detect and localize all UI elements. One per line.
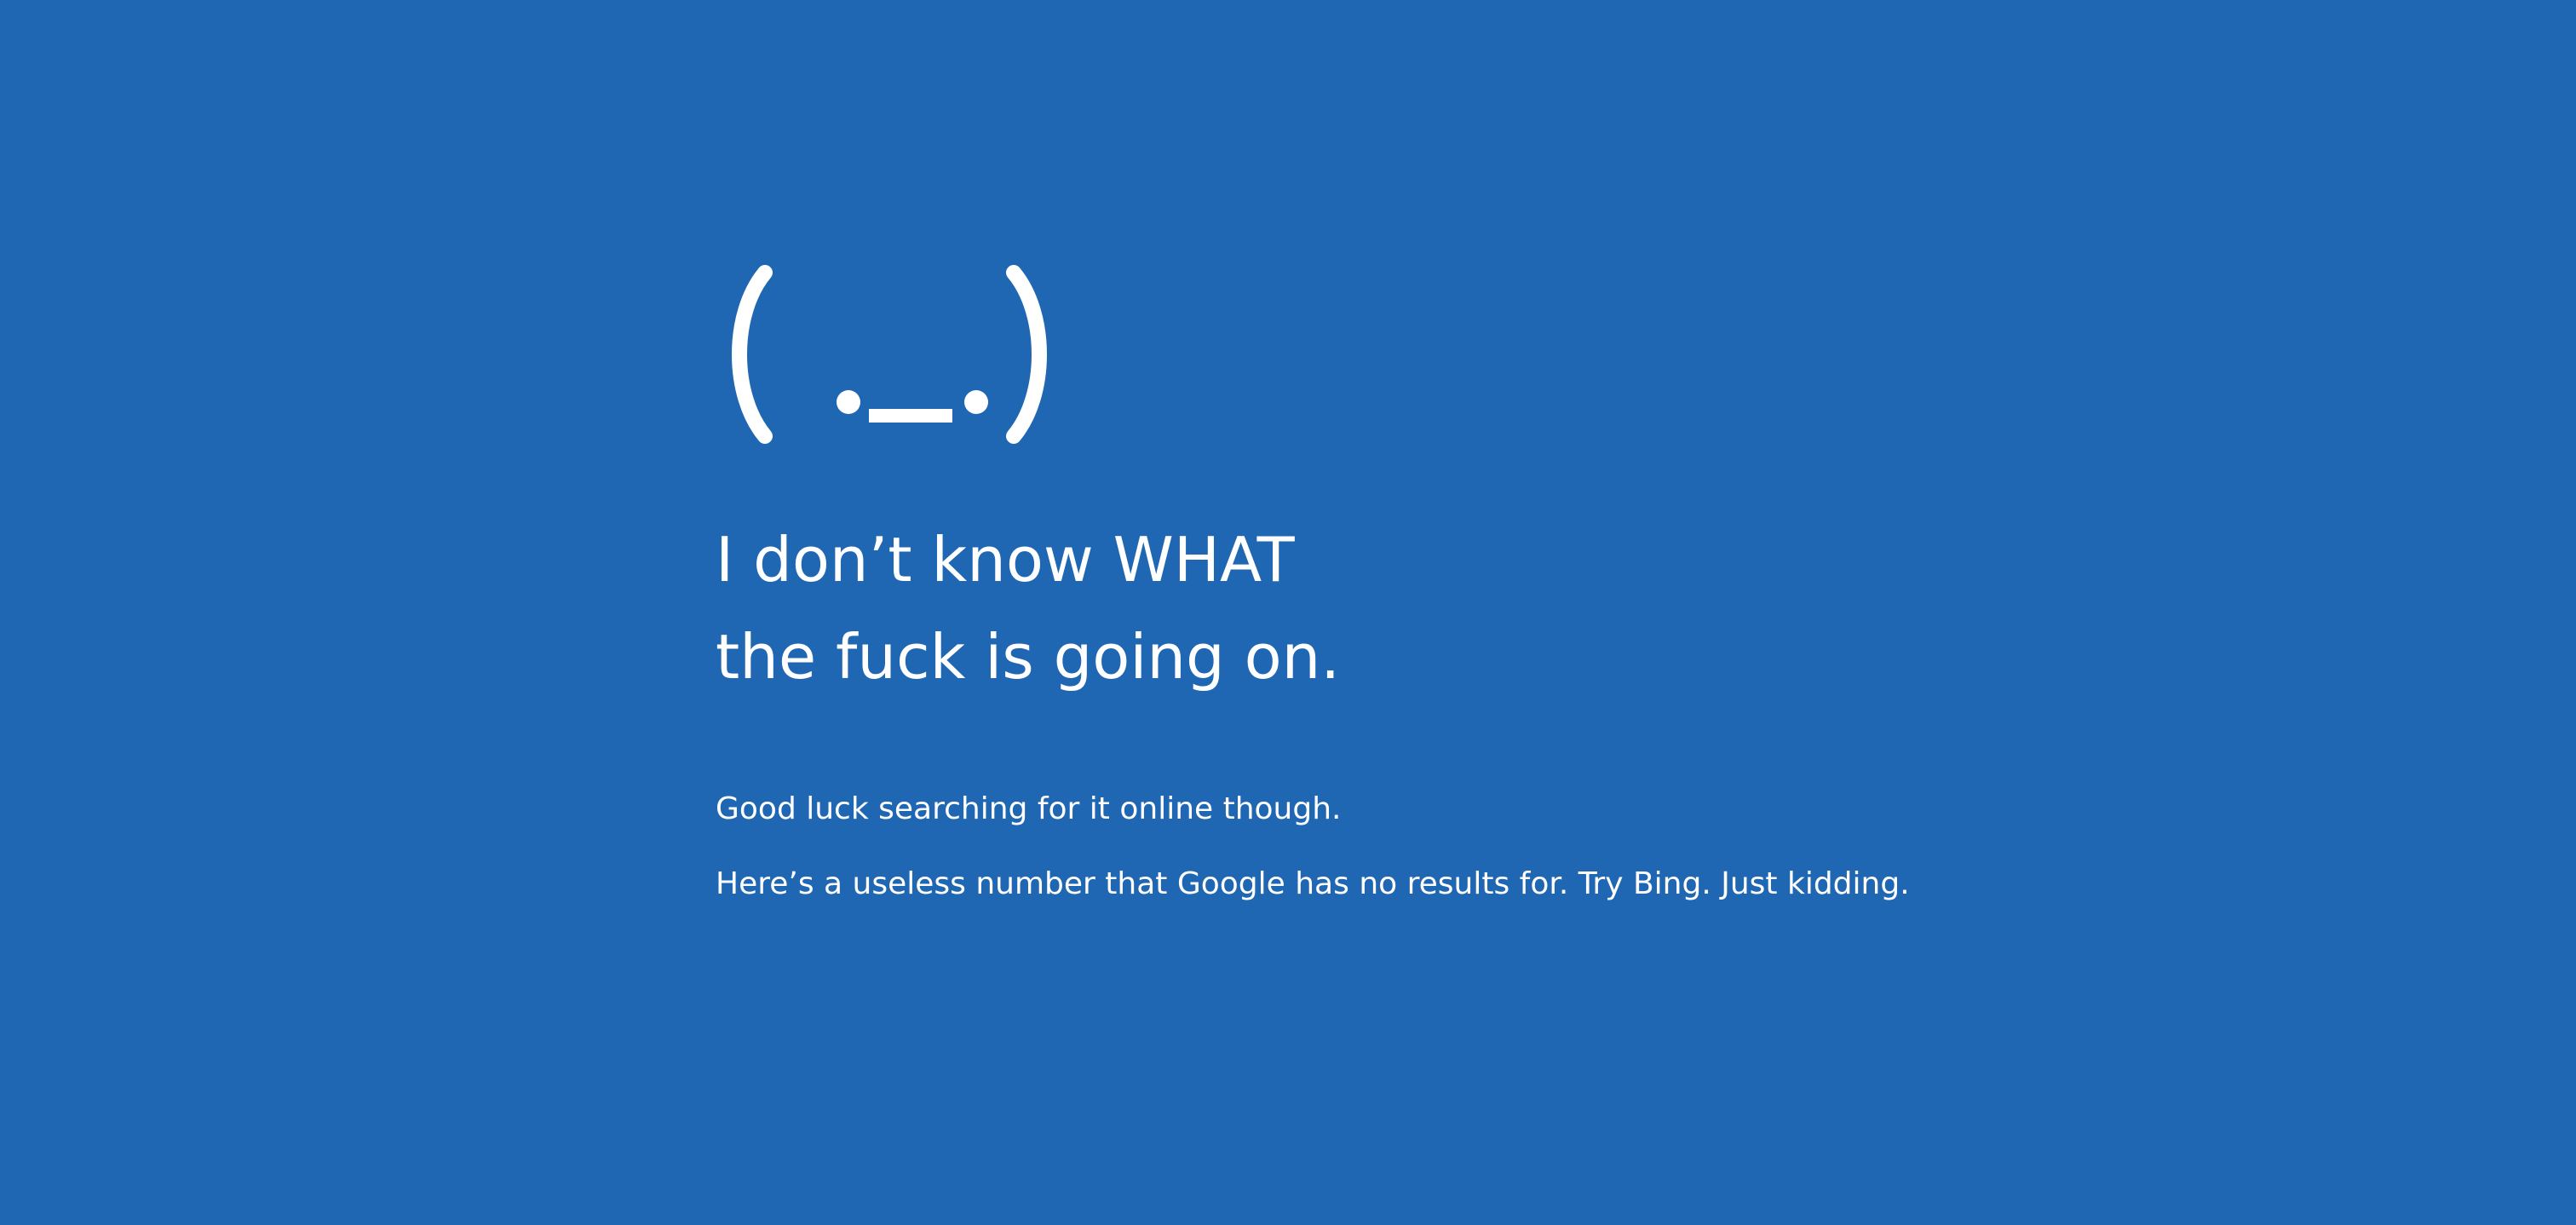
error-content: I don’t know WHAT the fuck is going on. … <box>716 256 2249 922</box>
error-screen: I don’t know WHAT the fuck is going on. … <box>0 0 2576 1225</box>
error-messages: Good luck searching for it online though… <box>716 772 2249 922</box>
headline-line-2: the fuck is going on. <box>716 621 1341 693</box>
sad-face-emoticon-icon <box>732 265 1047 444</box>
useless-number-text: Here’s a useless number that Google has … <box>716 866 1910 901</box>
headline-line-1: I don’t know WHAT <box>716 524 1295 595</box>
search-hint-text: Good luck searching for it online though… <box>716 791 1342 826</box>
error-headline: I don’t know WHAT the fuck is going on. <box>716 511 2249 705</box>
